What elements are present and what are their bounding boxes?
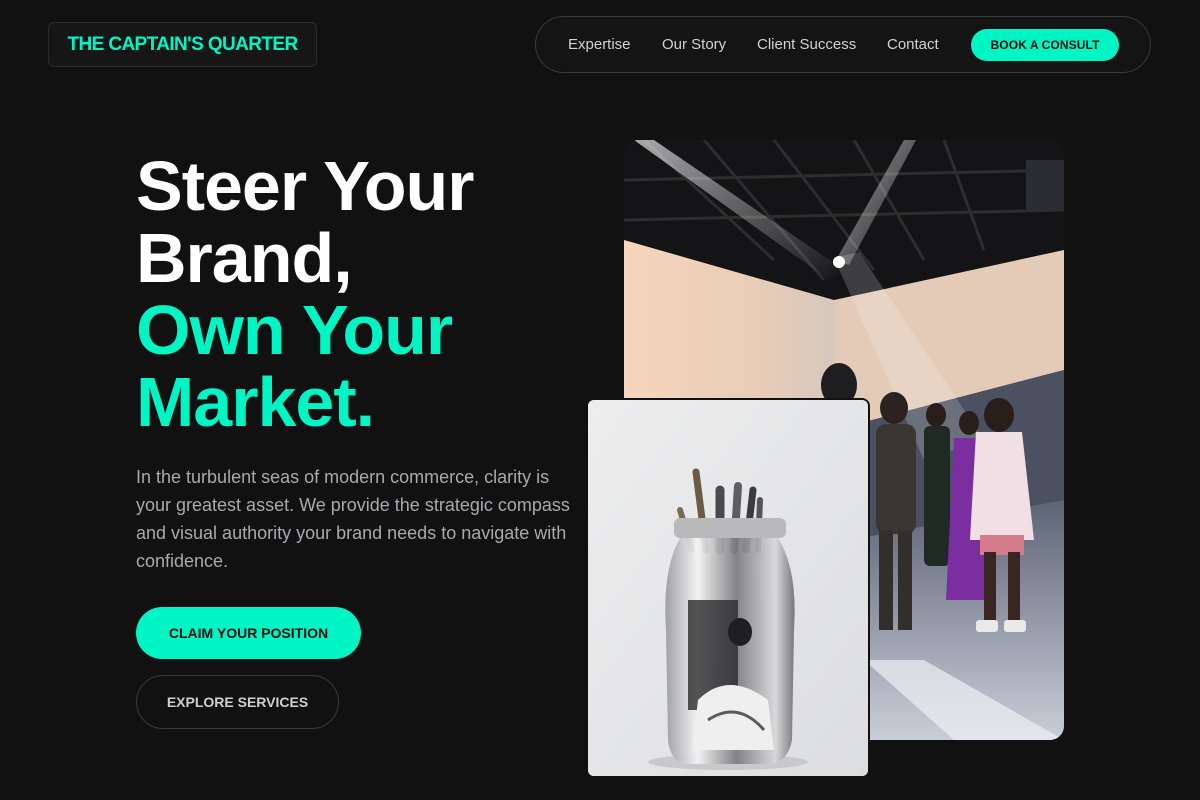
book-consult-button[interactable]: BOOK A CONSULT: [971, 29, 1119, 61]
nav-link-expertise[interactable]: Expertise: [568, 36, 631, 53]
paintbrush-jar-photo: [586, 398, 870, 778]
headline-line-4: Market.: [136, 363, 375, 441]
nav-link-client-success[interactable]: Client Success: [757, 36, 856, 53]
claim-position-button[interactable]: CLAIM YOUR POSITION: [136, 607, 361, 659]
hero-description: In the turbulent seas of modern commerce…: [136, 467, 570, 571]
explore-services-button[interactable]: EXPLORE SERVICES: [136, 675, 339, 729]
main-nav: Expertise Our Story Client Success Conta…: [535, 16, 1151, 73]
hero-headline: Steer Your Brand, Own Your Market.: [136, 147, 475, 441]
brand-logo[interactable]: THE CAPTAIN'S QUARTER: [48, 22, 317, 67]
headline-line-2: Brand,: [136, 219, 353, 297]
paintbrush-jar-illustration: [588, 400, 868, 776]
headline-line-3: Own Your: [136, 291, 453, 369]
headline-line-1: Steer Your: [136, 147, 475, 225]
nav-link-contact[interactable]: Contact: [887, 36, 939, 53]
nav-link-our-story[interactable]: Our Story: [662, 36, 726, 53]
